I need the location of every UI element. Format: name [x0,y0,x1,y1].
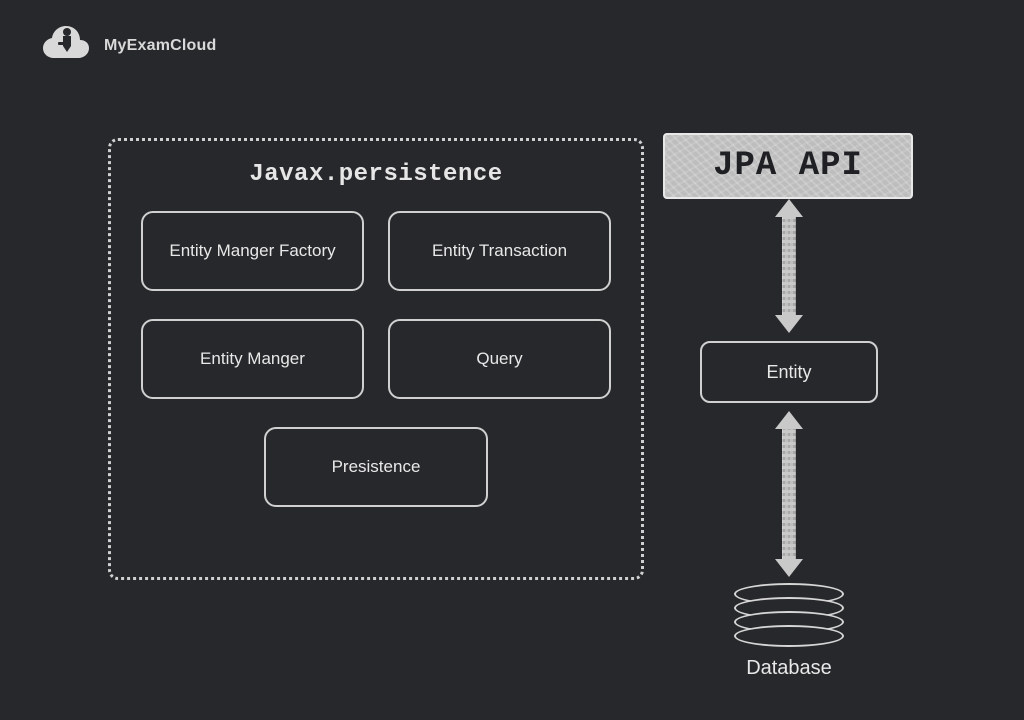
database-label: Database [746,657,832,680]
container-title: Javax.persistence [111,161,641,188]
database-icon: Database [734,583,844,680]
bidirectional-arrow-icon [775,199,803,333]
bidirectional-arrow-icon [775,411,803,577]
box-entity-transaction: Entity Transaction [388,211,611,291]
component-row: Entity Manger Query [141,319,611,399]
brand-name: MyExamCloud [104,37,216,55]
component-row: Entity Manger Factory Entity Transaction [141,211,611,291]
box-entity-manager: Entity Manger [141,319,364,399]
box-entity-manager-factory: Entity Manger Factory [141,211,364,291]
component-grid: Entity Manger Factory Entity Transaction… [141,211,611,507]
badge-label: JPA API [713,147,863,185]
cloud-reader-icon [38,18,94,74]
database-cylinder-icon [734,583,844,647]
component-row: Presistence [141,427,611,507]
box-query: Query [388,319,611,399]
javax-persistence-container: Javax.persistence Entity Manger Factory … [108,138,644,580]
jpa-api-badge: JPA API [663,133,913,199]
right-column: Entity Database [700,199,878,680]
box-entity: Entity [700,341,878,403]
box-persistence: Presistence [264,427,488,507]
brand-logo: MyExamCloud [38,18,216,74]
